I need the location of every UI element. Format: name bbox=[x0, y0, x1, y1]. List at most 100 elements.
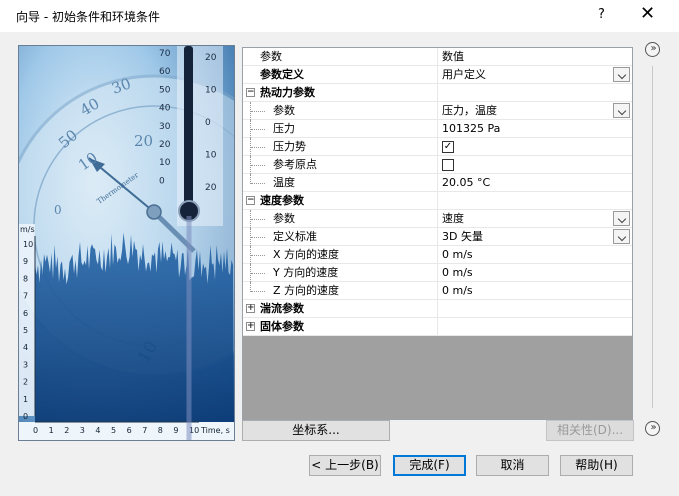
grid-row-thermo-param[interactable]: 参数 压力，温度 bbox=[243, 102, 632, 120]
y-tick-label: 3 bbox=[23, 360, 28, 369]
row-value: 速度 bbox=[442, 212, 464, 225]
grid-row-pressure[interactable]: 压力 101325 Pa bbox=[243, 120, 632, 138]
row-label: 参数 bbox=[273, 212, 295, 225]
illustration-panel: Thermometer 50 40 30 20 10 0 10 m/s 0123… bbox=[18, 45, 235, 441]
row-label: 压力 bbox=[273, 122, 295, 135]
window-title: 向导 - 初始条件和环境条件 bbox=[16, 10, 160, 24]
pressure-value[interactable]: 101325 Pa bbox=[437, 120, 632, 138]
group-turbulence-label: 湍流参数 bbox=[260, 302, 304, 315]
thermometer-scale-label: 70 bbox=[159, 49, 171, 59]
collapse-panel-icon[interactable]: » bbox=[645, 42, 660, 57]
velocity-y-value[interactable]: 0 m/s bbox=[437, 264, 632, 282]
group-solid[interactable]: + 固体参数 bbox=[243, 318, 632, 336]
group-turbulence[interactable]: + 湍流参数 bbox=[243, 300, 632, 318]
row-label: Z 方向的速度 bbox=[273, 284, 340, 297]
x-tick-label: 6 bbox=[127, 426, 132, 435]
grid-row-pressure-potential[interactable]: 压力势 ✓ bbox=[243, 138, 632, 156]
expand-icon[interactable]: + bbox=[246, 304, 255, 313]
thermometer-scale-label: 10 bbox=[159, 158, 171, 168]
grid-row-velocity-param[interactable]: 参数 速度 bbox=[243, 210, 632, 228]
y-tick-label: 6 bbox=[23, 309, 28, 318]
help-icon[interactable]: ? bbox=[598, 7, 605, 22]
x-tick-label: 0 bbox=[33, 426, 38, 435]
y-tick-label: 9 bbox=[23, 257, 28, 266]
group-solid-label: 固体参数 bbox=[260, 320, 304, 333]
definition-select[interactable]: 用户定义 bbox=[437, 66, 632, 84]
definition-standard-dropdown-icon[interactable] bbox=[613, 229, 630, 244]
thermometer-scale-label: 40 bbox=[159, 104, 171, 114]
velocity-param-select[interactable]: 速度 bbox=[437, 210, 632, 228]
y-tick-label: 7 bbox=[23, 292, 28, 301]
y-tick-label: 0 bbox=[23, 412, 28, 421]
x-tick-label: 3 bbox=[80, 426, 85, 435]
row-label: 温度 bbox=[273, 176, 295, 189]
row-label: 参考原点 bbox=[273, 158, 317, 171]
y-axis-unit: m/s bbox=[20, 225, 35, 234]
group-velocity-label: 速度参数 bbox=[260, 194, 304, 207]
dial-number: 0 bbox=[54, 203, 62, 217]
back-button[interactable]: < 上一步(B) bbox=[309, 455, 381, 476]
y-tick-label: 8 bbox=[23, 274, 28, 283]
y-tick-label: 10 bbox=[23, 240, 33, 249]
row-label: 压力势 bbox=[273, 140, 306, 153]
thermometer-scale-label: 10 bbox=[205, 151, 217, 161]
grid-row-velocity-y[interactable]: Y 方向的速度 0 m/s bbox=[243, 264, 632, 282]
y-tick-label: 4 bbox=[23, 343, 28, 352]
definition-dropdown-icon[interactable] bbox=[613, 67, 630, 82]
close-icon[interactable]: ✕ bbox=[640, 3, 655, 24]
x-tick-label: 2 bbox=[64, 426, 69, 435]
reference-origin-checkbox[interactable] bbox=[442, 159, 454, 171]
row-label: 定义标准 bbox=[273, 230, 317, 243]
x-tick-label: 5 bbox=[111, 426, 116, 435]
definition-label: 参数定义 bbox=[260, 68, 304, 81]
x-tick-label: 1 bbox=[49, 426, 54, 435]
definition-standard-select[interactable]: 3D 矢量 bbox=[437, 228, 632, 246]
y-tick-label: 2 bbox=[23, 378, 28, 387]
definition-value: 用户定义 bbox=[442, 68, 486, 81]
grid-row-definition[interactable]: 参数定义 用户定义 bbox=[243, 66, 632, 84]
velocity-param-dropdown-icon[interactable] bbox=[613, 211, 630, 226]
temperature-value[interactable]: 20.05 °C bbox=[437, 174, 632, 192]
y-tick-label: 1 bbox=[23, 395, 28, 404]
dependency-button[interactable]: 相关性(D)... bbox=[546, 420, 634, 441]
thermometer-scale-label: 20 bbox=[159, 140, 171, 150]
x-axis-unit: Time, s bbox=[200, 426, 230, 435]
illustration-graphic: Thermometer 50 40 30 20 10 0 10 m/s 0123… bbox=[19, 46, 234, 440]
velocity-z-value[interactable]: 0 m/s bbox=[437, 282, 632, 300]
header-value: 数值 bbox=[437, 48, 632, 66]
thermometer-scale-label: 10 bbox=[205, 86, 217, 96]
thermometer-scale-label: 20 bbox=[205, 53, 217, 63]
help-button[interactable]: 帮助(H) bbox=[560, 455, 633, 476]
thermometer-scale-label: 50 bbox=[159, 85, 171, 95]
row-label: Y 方向的速度 bbox=[273, 266, 339, 279]
side-rail bbox=[652, 66, 653, 408]
x-axis: 0 1 2 3 4 5 6 7 8 9 10 Time, s bbox=[19, 421, 234, 440]
y-axis: m/s 0 1 2 3 4 5 6 7 8 9 10 bbox=[19, 224, 36, 421]
group-velocity[interactable]: − 速度参数 bbox=[243, 192, 632, 210]
collapse-panel-icon[interactable]: » bbox=[645, 421, 660, 436]
grid-header-row: 参数 数值 bbox=[243, 48, 632, 66]
velocity-x-value[interactable]: 0 m/s bbox=[437, 246, 632, 264]
header-name: 参数 bbox=[260, 50, 282, 63]
finish-button[interactable]: 完成(F) bbox=[393, 455, 466, 476]
thermometer-scale-label: 60 bbox=[159, 67, 171, 77]
thermo-param-dropdown-icon[interactable] bbox=[613, 103, 630, 118]
cancel-button[interactable]: 取消 bbox=[476, 455, 549, 476]
row-label: 参数 bbox=[273, 104, 295, 117]
collapse-icon[interactable]: − bbox=[246, 88, 255, 97]
collapse-icon[interactable]: − bbox=[246, 196, 255, 205]
thermometer-scale-label: 0 bbox=[205, 118, 211, 128]
grid-row-reference-origin[interactable]: 参考原点 bbox=[243, 156, 632, 174]
pressure-potential-checkbox[interactable]: ✓ bbox=[442, 141, 454, 153]
coordinate-system-button[interactable]: 坐标系... bbox=[242, 420, 390, 441]
grid-row-velocity-z[interactable]: Z 方向的速度 0 m/s bbox=[243, 282, 632, 300]
grid-row-definition-standard[interactable]: 定义标准 3D 矢量 bbox=[243, 228, 632, 246]
x-tick-label: 9 bbox=[173, 426, 178, 435]
grid-row-velocity-x[interactable]: X 方向的速度 0 m/s bbox=[243, 246, 632, 264]
y-tick-label: 5 bbox=[23, 326, 28, 335]
grid-row-temperature[interactable]: 温度 20.05 °C bbox=[243, 174, 632, 192]
group-thermo[interactable]: − 热动力参数 bbox=[243, 84, 632, 102]
title-bar: 向导 - 初始条件和环境条件 ? ✕ bbox=[0, 0, 679, 32]
expand-icon[interactable]: + bbox=[246, 322, 255, 331]
thermo-param-select[interactable]: 压力，温度 bbox=[437, 102, 632, 120]
